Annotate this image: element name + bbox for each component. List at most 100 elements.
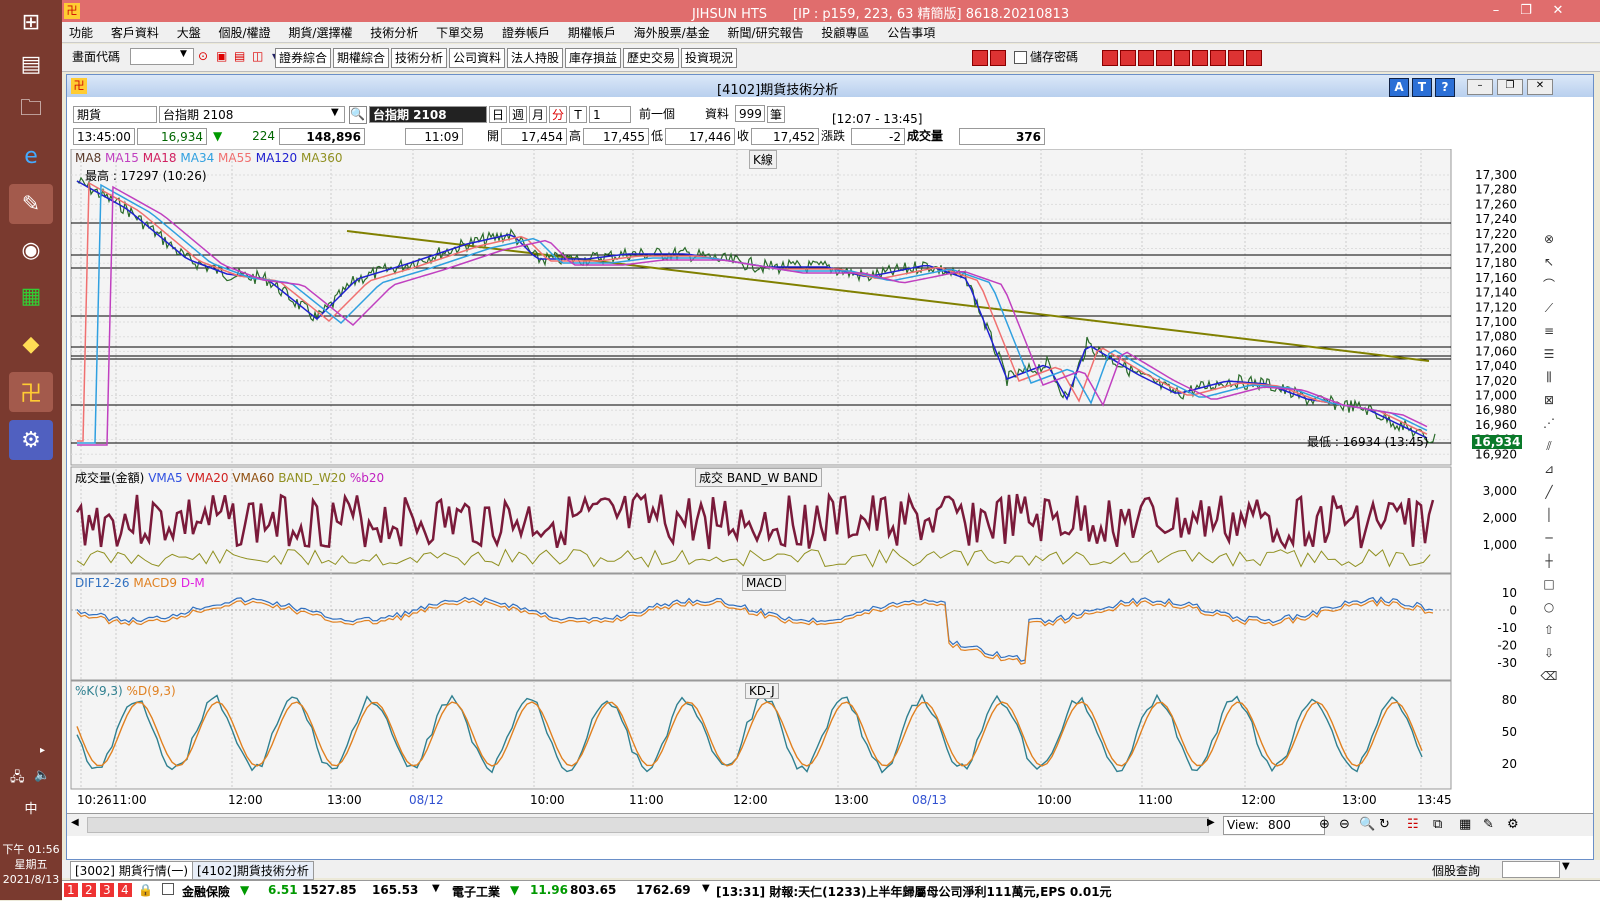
up-arrow-icon[interactable]: ⇧ <box>1539 620 1559 640</box>
arc-tool-icon[interactable]: ⌒ <box>1539 275 1559 295</box>
ellipse-tool-icon[interactable]: ○ <box>1539 597 1559 617</box>
chevron-down-icon[interactable]: ▼ <box>432 883 440 894</box>
cancel-draw-icon[interactable]: ⊗ <box>1539 229 1559 249</box>
stock-query-input[interactable] <box>1502 861 1560 878</box>
chart-area[interactable]: 10:26 11:00 12:00 13:00 08/12 10:00 11:00 12:00… <box>67 149 1593 813</box>
investment-status-button[interactable]: 投資現況 <box>681 48 738 68</box>
period-day-button[interactable]: 日 <box>489 106 507 123</box>
notes-app-icon[interactable]: ◆ <box>9 324 53 364</box>
red-tool-icon[interactable] <box>990 50 1006 66</box>
eraser-icon[interactable]: ⌫ <box>1539 666 1559 686</box>
search-icon[interactable]: 🔍 <box>349 106 367 124</box>
menu-item-advisory[interactable]: 投顧專區 <box>814 22 876 41</box>
futures-summary-button[interactable]: 期權綜合 <box>333 48 390 68</box>
quick-tab-2[interactable]: 2 <box>82 883 96 897</box>
company-info-button[interactable]: 公司資料 <box>449 48 506 68</box>
prev-item-button[interactable]: 前一個 <box>639 106 675 123</box>
menu-item-overseas[interactable]: 海外股票/基金 <box>627 22 717 41</box>
menu-item-securities-account[interactable]: 證券帳戶 <box>495 22 557 41</box>
gann-tool-icon[interactable]: ⊠ <box>1539 390 1559 410</box>
chrome-icon[interactable]: ◉ <box>9 230 53 270</box>
menu-item-news[interactable]: 新聞/研究報告 <box>721 22 811 41</box>
period-minute-button[interactable]: 分 <box>549 106 567 123</box>
draw-tool-icon[interactable] <box>1156 50 1172 66</box>
font-size-icon[interactable]: A <box>1389 78 1409 97</box>
copy-icon[interactable]: ⧉ <box>1433 817 1442 832</box>
tab-futures-technical[interactable]: [4102]期貨技術分析 <box>192 861 314 880</box>
menu-item-customer[interactable]: 客戶資料 <box>104 22 166 41</box>
menu-item-function[interactable]: 功能 <box>62 22 100 41</box>
zoom-in-icon[interactable]: ⊕ <box>1319 817 1330 832</box>
data-count-input[interactable]: 999 <box>735 105 765 122</box>
save-password-checkbox[interactable] <box>1014 51 1027 64</box>
view-field[interactable]: View: 800 <box>1223 816 1325 835</box>
taskbar-clock[interactable]: 下午 01:56 星期五 2021/8/13 <box>0 842 62 887</box>
grid-tool-icon[interactable]: ⫼ <box>1539 367 1559 387</box>
menu-item-futures[interactable]: 期貨/選擇權 <box>281 22 359 41</box>
trendline-tool-icon[interactable]: ⟋ <box>1539 298 1559 318</box>
rectangle-tool-icon[interactable]: □ <box>1539 574 1559 594</box>
refresh-icon[interactable]: ↻ <box>1379 817 1390 832</box>
minimize-icon[interactable]: – <box>1482 0 1510 22</box>
period-month-button[interactable]: 月 <box>529 106 547 123</box>
volume-icon[interactable]: 🔈 <box>34 768 50 783</box>
windows-start-icon[interactable]: ⊞ <box>9 2 53 42</box>
table-icon[interactable]: ▦ <box>1459 817 1471 832</box>
edit-pen-icon[interactable]: ✎ <box>1483 817 1494 832</box>
draw-tool-icon[interactable] <box>1210 50 1226 66</box>
technical-analysis-button[interactable]: 技術分析 <box>391 48 448 68</box>
menu-item-announcement[interactable]: 公告事項 <box>880 22 942 41</box>
scroll-left-icon[interactable]: ◀ <box>71 817 83 833</box>
settings-gear-icon[interactable]: ⚙ <box>1507 817 1519 832</box>
period-week-button[interactable]: 週 <box>509 106 527 123</box>
news-ticker[interactable]: [13:31] 財報:天仁(1233)上半年歸屬母公司淨利111萬元,EPS 0… <box>716 883 1112 900</box>
cross-line-icon[interactable]: ┼ <box>1539 551 1559 571</box>
quick-tab-4[interactable]: 4 <box>118 883 132 897</box>
text-mode-icon[interactable]: T <box>1412 78 1432 97</box>
fibonacci-tool-icon[interactable]: ☰ <box>1539 344 1559 364</box>
search-zoom-icon[interactable]: 🔍 <box>1359 817 1375 832</box>
scroll-right-icon[interactable]: ▶ <box>1207 817 1219 833</box>
ie-browser-icon[interactable]: e <box>9 136 53 176</box>
indicator-icon[interactable]: ☷ <box>1407 817 1419 832</box>
macd-panel-label[interactable]: MACD <box>742 575 786 591</box>
volume-panel-label[interactable]: 成交 BAND_W BAND <box>695 468 822 487</box>
restore-icon[interactable]: ❐ <box>1512 0 1540 22</box>
chevron-down-icon[interactable]: ▼ <box>702 883 710 894</box>
clip-icon[interactable]: ◫ <box>252 49 268 65</box>
period-tick-button[interactable]: T <box>569 106 587 123</box>
fan-tool-icon[interactable]: ⋰ <box>1539 413 1559 433</box>
file-explorer-icon[interactable]: 🗀 <box>9 90 53 130</box>
menu-item-technical[interactable]: 技術分析 <box>363 22 425 41</box>
draw-tool-icon[interactable] <box>1228 50 1244 66</box>
market-select[interactable]: 期貨 <box>73 106 157 123</box>
institutional-holdings-button[interactable]: 法人持股 <box>507 48 564 68</box>
close-icon[interactable]: ✕ <box>1544 0 1572 22</box>
zoom-out-icon[interactable]: ⊖ <box>1339 817 1350 832</box>
quick-tab-3[interactable]: 3 <box>100 883 114 897</box>
draw-tool-icon[interactable] <box>1120 50 1136 66</box>
paint-app-icon[interactable]: ✎ <box>9 184 53 224</box>
draw-tool-icon[interactable] <box>1102 50 1118 66</box>
kd-panel-label[interactable]: KD-J <box>745 683 779 699</box>
menu-item-stocks[interactable]: 個股/權證 <box>212 22 278 41</box>
scroll-track[interactable] <box>87 817 1209 833</box>
inner-minimize-icon[interactable]: – <box>1467 79 1493 95</box>
menu-item-market[interactable]: 大盤 <box>170 22 208 41</box>
draw-tool-icon[interactable] <box>1192 50 1208 66</box>
inner-restore-icon[interactable]: ❐ <box>1497 79 1523 95</box>
red-tool-icon[interactable] <box>972 50 988 66</box>
horizontal-line-icon[interactable]: ─ <box>1539 528 1559 548</box>
draw-tool-icon[interactable] <box>1138 50 1154 66</box>
chevron-down-icon[interactable]: ▼ <box>180 49 187 59</box>
screen-app-icon[interactable]: ▤ <box>9 44 53 84</box>
excel-icon[interactable]: ▦ <box>9 276 53 316</box>
securities-summary-button[interactable]: 證券綜合 <box>275 48 332 68</box>
tray-expand-icon[interactable]: ▸ <box>40 745 45 756</box>
window-icon[interactable]: ▣ <box>216 49 232 65</box>
chevron-down-icon[interactable]: ▼ <box>1562 861 1570 872</box>
search-icon[interactable]: ⊙ <box>198 49 214 65</box>
channel-tool-icon[interactable]: ≡ <box>1539 321 1559 341</box>
lock-icon[interactable]: 🔒 <box>138 883 153 897</box>
settings-gear-icon[interactable]: ⚙ <box>9 420 53 460</box>
